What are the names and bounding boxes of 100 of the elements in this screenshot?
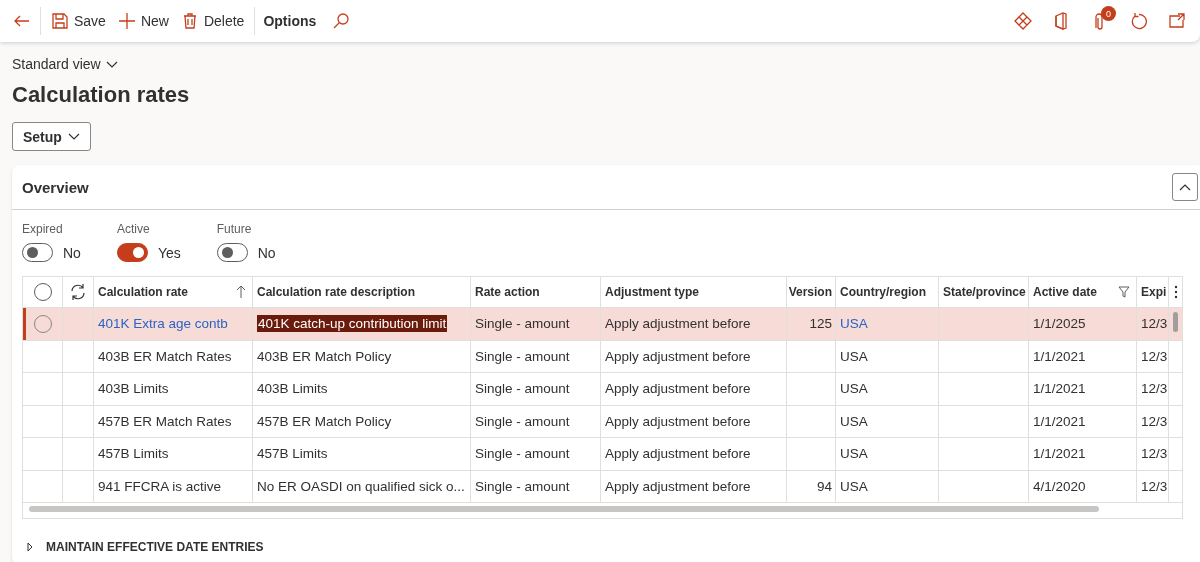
scrollbar-thumb[interactable] [1173, 312, 1178, 332]
table-cell: 403B Limits [98, 381, 169, 397]
table-cell: 457B ER Match Policy [257, 413, 392, 429]
view-selector[interactable]: Standard view [12, 56, 118, 72]
collapse-button[interactable] [1172, 173, 1198, 201]
table-cell: 1/1/2021 [1033, 348, 1086, 364]
table-cell: 12/3 [1141, 446, 1168, 462]
toggle-value: Yes [157, 244, 181, 261]
table-cell: Single - amount [475, 316, 570, 332]
refresh-icon[interactable] [69, 283, 87, 301]
scrollbar-thumb[interactable] [29, 506, 1099, 512]
table-row[interactable]: 401K Extra age contb 401K catch-up contribution limit Single - amount Apply adjustment before 125 USA 1/1/2025 12/3 [23, 308, 1182, 341]
toggle-switch[interactable] [116, 243, 148, 262]
table-cell: 457B ER Match Rates [98, 413, 232, 429]
table-cell: Single - amount [475, 478, 570, 494]
table-cell: 12/3 [1141, 381, 1168, 397]
table-cell: USA [840, 413, 868, 429]
plus-icon [117, 12, 136, 30]
table-row[interactable]: 403B ER Match Rates 403B ER Match Policy Single - amount Apply adjustment before USA 1/1/2021 12/3 [23, 340, 1182, 373]
page-title: Calculation rates [12, 81, 191, 109]
table-cell: 457B Limits [257, 446, 328, 462]
table-cell: Apply adjustment before [605, 348, 751, 364]
refresh-icon[interactable] [1130, 12, 1148, 30]
toggle-label: Active [116, 222, 151, 236]
table-cell: No ER OASDI on qualified sick o... [257, 478, 465, 494]
column-header[interactable]: Expi [1137, 277, 1169, 307]
column-header[interactable]: Calculation rate description [253, 277, 471, 307]
header-label: Calculation rate description [257, 285, 416, 299]
toggle-value: No [257, 244, 276, 261]
options-button[interactable]: Options [259, 6, 327, 36]
table-link[interactable]: 401K Extra age contb [98, 316, 228, 332]
table-cell: 12/3 [1141, 478, 1168, 494]
save-icon [51, 12, 69, 30]
setup-button[interactable]: Setup [12, 122, 91, 151]
column-header[interactable]: Rate action [471, 277, 601, 307]
toggle-switch[interactable] [22, 243, 53, 262]
select-all-radio[interactable] [33, 283, 52, 301]
column-header[interactable]: Country/region [836, 277, 939, 307]
header-label: Version [788, 285, 832, 299]
attachments-button[interactable]: 0 [1084, 6, 1114, 36]
table-link[interactable]: USA [840, 316, 868, 332]
toggle-label: Expired [22, 222, 64, 236]
table-cell: Apply adjustment before [605, 446, 751, 462]
toggle-value: No [63, 244, 81, 261]
table-cell: 1/1/2021 [1033, 446, 1086, 462]
open-window-icon[interactable] [1168, 12, 1186, 30]
column-header[interactable]: Version [787, 277, 836, 307]
column-header[interactable]: State/province [939, 277, 1029, 307]
toggle-switch[interactable] [216, 243, 248, 262]
header-label: State/province [943, 285, 1026, 299]
table-row[interactable]: 457B Limits 457B Limits Single - amount Apply adjustment before USA 1/1/2021 12/3 [23, 438, 1182, 471]
table-cell: 1/1/2025 [1033, 316, 1086, 332]
diamond-grid-icon[interactable] [1014, 12, 1032, 30]
table-cell: 941 FFCRA is active [98, 478, 222, 494]
table-cell: Single - amount [475, 413, 570, 429]
chevron-down-icon [67, 132, 80, 141]
table-cell: 403B Limits [257, 381, 328, 397]
header-label: Expi [1141, 285, 1167, 299]
table-cell: 12/3 [1141, 316, 1168, 332]
new-button[interactable]: New [111, 6, 175, 36]
table-cell: 94 [816, 478, 832, 494]
table-row[interactable]: 457B ER Match Rates 457B ER Match Policy Single - amount Apply adjustment before USA 1/1/2021 12/3 [23, 405, 1182, 438]
table-cell: Single - amount [475, 348, 570, 364]
header-label: Active date [1033, 285, 1098, 299]
column-header[interactable]: Active date [1029, 277, 1137, 307]
table-cell: 403B ER Match Rates [98, 348, 232, 364]
table-cell: Apply adjustment before [605, 381, 751, 397]
delete-button[interactable]: Delete [174, 6, 251, 36]
header-label: Calculation rate [98, 285, 189, 299]
caret-right-icon [26, 542, 34, 552]
table-cell: 12/3 [1141, 348, 1168, 364]
section-title: Overview [22, 178, 89, 196]
table-row[interactable]: 403B Limits 403B Limits Single - amount Apply adjustment before USA 1/1/2021 12/3 [23, 373, 1182, 406]
more-icon[interactable] [1173, 285, 1178, 299]
table-cell: 4/1/2020 [1033, 478, 1086, 494]
section-header[interactable]: MAINTAIN EFFECTIVE DATE ENTRIES [22, 540, 264, 554]
table-cell: USA [840, 348, 868, 364]
table-cell: Apply adjustment before [605, 316, 751, 332]
table-cell: 1/1/2021 [1033, 381, 1086, 397]
document-icon[interactable] [1052, 12, 1070, 30]
table-cell: 12/3 [1141, 413, 1168, 429]
count-badge: 0 [1101, 6, 1116, 21]
chevron-down-icon [105, 59, 118, 69]
search-icon[interactable] [332, 12, 351, 30]
table-cell: 125 [809, 316, 832, 332]
chevron-up-icon [1179, 182, 1191, 192]
toggle-label: Future [216, 222, 253, 236]
table-cell: 457B Limits [98, 446, 169, 462]
table-row[interactable]: 941 FFCRA is active No ER OASDI on qualified sick o... Single - amount Apply adjustment before 94 USA 4/1/2020 12/3 [23, 470, 1182, 503]
table-cell: USA [840, 381, 868, 397]
table-cell: USA [840, 446, 868, 462]
column-header[interactable]: Adjustment type [601, 277, 787, 307]
selected-text: 401K catch-up contribution limit [257, 315, 448, 333]
header-label: Rate action [475, 285, 540, 299]
save-button[interactable]: Save [45, 6, 112, 36]
table-cell: Single - amount [475, 381, 570, 397]
column-header[interactable]: Calculation rate [94, 277, 253, 307]
table-cell: Apply adjustment before [605, 478, 751, 494]
table-cell: Single - amount [475, 446, 570, 462]
header-label: Adjustment type [605, 285, 699, 299]
